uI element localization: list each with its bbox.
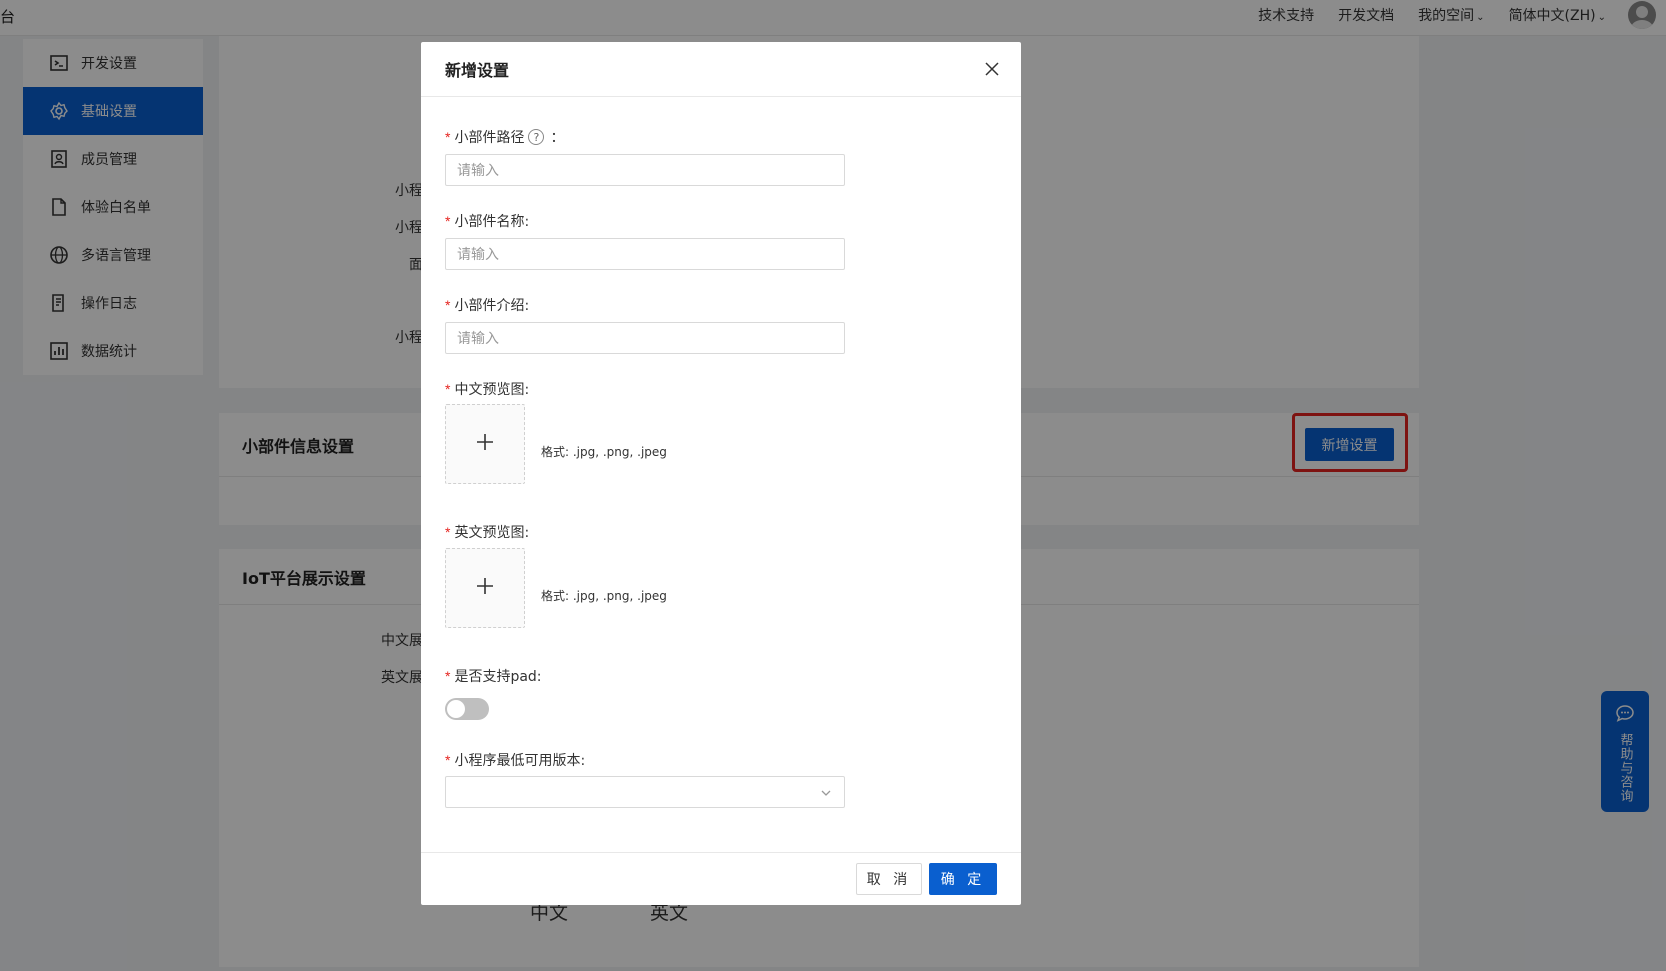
widget-name-label: * 小部件名称: [445,213,530,230]
close-icon[interactable] [983,60,1001,78]
widget-name-input[interactable]: 请输入 [445,238,845,270]
dialog-footer: 取 消 确 定 [421,852,1021,905]
cn-preview-upload[interactable] [445,404,525,484]
switch-knob [447,700,465,718]
min-version-select[interactable] [445,776,845,808]
cn-preview-label: * 中文预览图: [445,381,530,398]
widget-path-label: * 小部件路径 ? ： [445,129,565,146]
add-setting-dialog: 新增设置 * 小部件路径 ? ： 请输入 * 小部件名称: 请输入 * 小部件介… [421,42,1021,905]
en-preview-label: * 英文预览图: [445,524,530,541]
en-preview-format: 格式: .jpg, .png, .jpeg [541,589,667,603]
widget-intro-input[interactable]: 请输入 [445,322,845,354]
min-version-label: * 小程序最低可用版本: [445,752,586,769]
widget-path-input[interactable]: 请输入 [445,154,845,186]
pad-support-switch[interactable] [445,698,489,720]
widget-intro-label: * 小部件介绍: [445,297,530,314]
confirm-button[interactable]: 确 定 [929,863,997,895]
cancel-button[interactable]: 取 消 [856,863,922,895]
plus-icon [475,576,495,600]
en-preview-upload[interactable] [445,548,525,628]
dialog-title: 新增设置 [445,61,510,80]
help-question-icon[interactable]: ? [528,129,545,145]
chevron-down-icon [820,787,832,803]
plus-icon [475,432,495,456]
cn-preview-format: 格式: .jpg, .png, .jpeg [541,445,667,459]
pad-support-label: * 是否支持pad: [445,668,542,685]
